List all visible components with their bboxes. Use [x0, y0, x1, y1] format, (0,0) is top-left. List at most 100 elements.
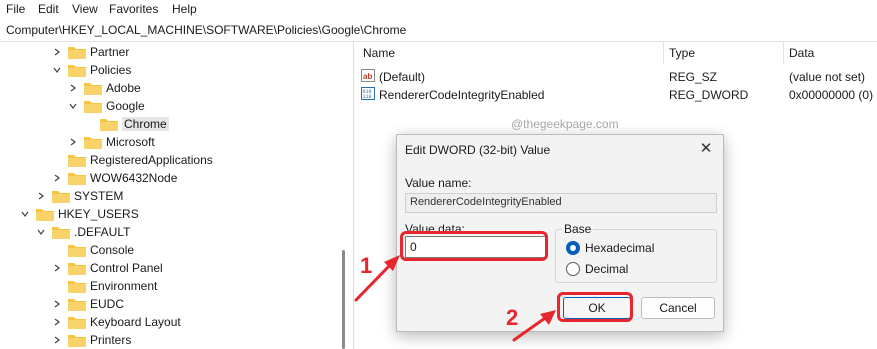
column-header-type[interactable]: Type	[669, 46, 695, 60]
folder-icon	[68, 155, 86, 167]
chevron-right-icon[interactable]	[68, 137, 78, 147]
tree-item-eudc[interactable]: EUDC	[52, 295, 124, 313]
radio-decimal[interactable]: Decimal	[566, 262, 628, 276]
menu-edit[interactable]: Edit	[38, 2, 59, 16]
scrollbar-thumb[interactable]	[342, 250, 345, 349]
menu-help[interactable]: Help	[172, 2, 197, 16]
svg-text:110: 110	[363, 94, 372, 100]
tree-item-keyboard-layout[interactable]: Keyboard Layout	[52, 313, 181, 331]
cancel-button[interactable]: Cancel	[641, 297, 715, 319]
address-bar[interactable]: Computer\HKEY_LOCAL_MACHINE\SOFTWARE\Pol…	[0, 20, 877, 42]
tree-item-label: Partner	[90, 45, 130, 59]
base-groupbox: Base Hexadecimal Decimal	[555, 222, 717, 283]
menu-view[interactable]: View	[72, 2, 98, 16]
folder-icon	[100, 119, 118, 131]
menu-bar: File Edit View Favorites Help	[0, 0, 877, 20]
value-row-renderer[interactable]: 010 110 RendererCodeIntegrityEnabled REG_…	[355, 86, 877, 104]
tree-item-wow6432node[interactable]: WOW6432Node	[52, 169, 177, 187]
tree-item-label: RegisteredApplications	[90, 153, 213, 167]
svg-text:ab: ab	[363, 72, 372, 81]
tree-item-label: Chrome	[122, 117, 169, 131]
tree-item-control-panel[interactable]: Control Panel	[52, 259, 163, 277]
tree-item-label: Control Panel	[90, 261, 163, 275]
base-label: Base	[562, 222, 594, 236]
string-value-icon: ab	[361, 69, 375, 82]
column-header-name[interactable]: Name	[363, 46, 395, 60]
radio-selected-icon[interactable]	[566, 241, 580, 255]
tree-item-environment[interactable]: Environment	[68, 277, 157, 295]
tree-item-registeredapplications[interactable]: RegisteredApplications	[68, 151, 213, 169]
chevron-right-icon[interactable]	[52, 335, 62, 345]
tree-item-printers[interactable]: Printers	[52, 331, 131, 349]
tree-item-console[interactable]: Console	[68, 241, 134, 259]
close-icon[interactable]: ✕	[697, 140, 715, 158]
chevron-down-icon[interactable]	[36, 227, 46, 237]
tree-item-label: Adobe	[106, 81, 141, 95]
chevron-down-icon[interactable]	[20, 209, 30, 219]
tree-item-label: Google	[106, 99, 145, 113]
tree-item-label: Keyboard Layout	[90, 315, 181, 329]
folder-icon	[84, 137, 102, 149]
tree-item-google[interactable]: Google	[68, 97, 145, 115]
folder-icon	[68, 65, 86, 77]
tree-item-label: Microsoft	[106, 135, 155, 149]
chevron-right-icon[interactable]	[52, 263, 62, 273]
value-name-text: RendererCodeIntegrityEnabled	[410, 196, 562, 208]
chevron-right-icon[interactable]	[52, 317, 62, 327]
folder-icon	[68, 245, 86, 257]
dialog-title: Edit DWORD (32-bit) Value	[405, 143, 551, 157]
pane-splitter[interactable]	[353, 42, 354, 349]
tree-item-label: .DEFAULT	[74, 225, 131, 239]
address-path: Computer\HKEY_LOCAL_MACHINE\SOFTWARE\Pol…	[6, 23, 407, 37]
column-header-data[interactable]: Data	[789, 46, 814, 60]
tree-scrollbar[interactable]	[338, 42, 350, 349]
column-divider[interactable]	[663, 42, 664, 64]
chevron-right-icon[interactable]	[52, 173, 62, 183]
tree-item-policies[interactable]: Policies	[52, 61, 131, 79]
radio-label: Decimal	[585, 262, 629, 276]
radio-hexadecimal[interactable]: Hexadecimal	[566, 241, 654, 255]
column-divider[interactable]	[783, 42, 784, 64]
chevron-down-icon[interactable]	[52, 65, 62, 75]
folder-icon	[68, 317, 86, 329]
menu-file[interactable]: File	[6, 2, 25, 16]
step-number-1: 1	[360, 253, 373, 278]
value-data-text: 0	[410, 240, 417, 254]
tree-item-microsoft[interactable]: Microsoft	[68, 133, 155, 151]
tree-item-chrome[interactable]: Chrome	[100, 115, 169, 133]
chevron-right-icon[interactable]	[68, 83, 78, 93]
value-data: 0x00000000 (0)	[789, 88, 874, 102]
tree-item-label: Environment	[90, 279, 158, 293]
ok-button[interactable]: OK	[563, 297, 631, 319]
registry-tree[interactable]: Partner Policies Adobe Google Chrome Mic…	[0, 42, 352, 349]
value-row-default[interactable]: ab (Default) REG_SZ (value not set)	[355, 68, 877, 86]
value-name-field[interactable]: RendererCodeIntegrityEnabled	[405, 193, 717, 213]
folder-icon	[68, 173, 86, 185]
tree-item-partner[interactable]: Partner	[52, 43, 129, 61]
value-data-input[interactable]: 0	[405, 236, 546, 258]
chevron-right-icon[interactable]	[52, 47, 62, 57]
step-number-2: 2	[506, 305, 519, 330]
chevron-right-icon[interactable]	[52, 299, 62, 309]
folder-icon	[68, 335, 86, 347]
menu-favorites[interactable]: Favorites	[109, 2, 158, 16]
edit-dword-dialog[interactable]: Edit DWORD (32-bit) Value ✕ Value name: …	[396, 134, 724, 332]
folder-icon	[84, 83, 102, 95]
tree-item-system[interactable]: SYSTEM	[36, 187, 123, 205]
folder-icon	[36, 209, 54, 221]
value-type: REG_SZ	[669, 70, 718, 84]
tree-item-hkey-users[interactable]: HKEY_USERS	[20, 205, 139, 223]
binary-value-icon: 010110	[361, 87, 375, 100]
tree-item-default[interactable]: .DEFAULT	[36, 223, 130, 241]
folder-icon	[52, 191, 70, 203]
folder-icon	[68, 299, 86, 311]
chevron-down-icon[interactable]	[68, 101, 78, 111]
value-name: (Default)	[379, 70, 426, 84]
radio-unselected-icon[interactable]	[566, 262, 580, 276]
value-name-label: Value name:	[405, 176, 472, 190]
folder-icon	[68, 263, 86, 275]
tree-item-adobe[interactable]: Adobe	[68, 79, 141, 97]
tree-item-label: WOW6432Node	[90, 171, 178, 185]
folder-icon	[68, 281, 86, 293]
chevron-right-icon[interactable]	[36, 191, 46, 201]
